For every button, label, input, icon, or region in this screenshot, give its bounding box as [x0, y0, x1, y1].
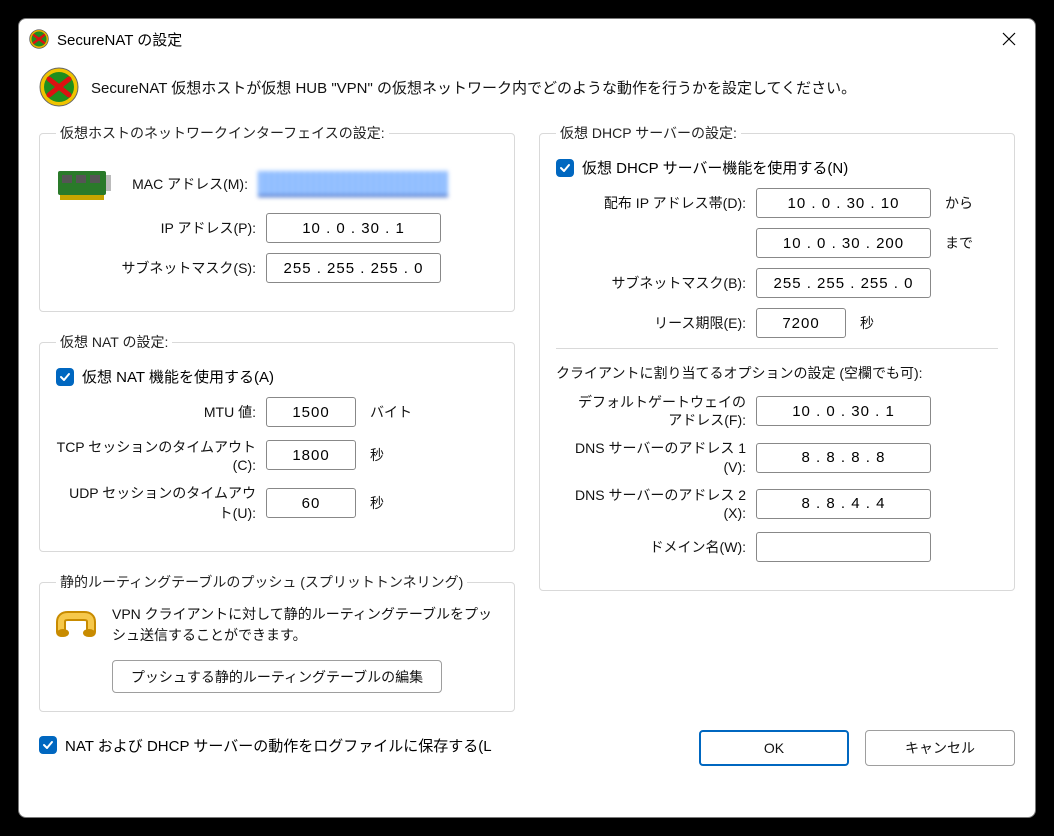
titlebar: SecureNAT の設定: [19, 19, 1035, 59]
nat-enable-label: 仮想 NAT 機能を使用する(A): [82, 366, 274, 387]
static-route-push-group: 静的ルーティングテーブルのプッシュ (スプリットトンネリング) VPN クライア…: [39, 572, 515, 712]
client-options-heading: クライアントに割り当てるオプションの設定 (空欄でも可):: [556, 363, 998, 383]
dhcp-range-from-suffix: から: [945, 193, 973, 213]
save-log-checkbox[interactable]: NAT および DHCP サーバーの動作をログファイルに保存する(L: [39, 735, 699, 756]
dhcp-enable-label: 仮想 DHCP サーバー機能を使用する(N): [582, 157, 848, 178]
dns2-label: DNS サーバーのアドレス 2 (X):: [556, 486, 746, 522]
gateway-input[interactable]: [756, 396, 931, 426]
ip-label: IP アドレス(P):: [56, 218, 256, 238]
dhcp-legend: 仮想 DHCP サーバーの設定:: [556, 123, 741, 143]
securenat-settings-window: SecureNAT の設定 SecureNAT 仮想ホストが仮想 HUB "VP…: [18, 18, 1036, 818]
lease-label: リース期限(E):: [556, 314, 746, 332]
nic-card-icon: [56, 165, 112, 203]
domain-label: ドメイン名(W):: [556, 538, 746, 556]
subnet-label: サブネットマスク(S):: [56, 258, 256, 278]
checkmark-icon: [56, 368, 74, 386]
dhcp-range-to-suffix: まで: [945, 233, 973, 253]
udp-timeout-input[interactable]: [266, 488, 356, 518]
tcp-timeout-input[interactable]: [266, 440, 356, 470]
mtu-unit: バイト: [370, 402, 412, 422]
dns2-input[interactable]: [756, 489, 931, 519]
gateway-label: デフォルトゲートウェイの アドレス(F):: [556, 393, 746, 429]
checkmark-icon: [39, 736, 57, 754]
window-title: SecureNAT の設定: [57, 29, 987, 50]
udp-timeout-label: UDP セッションのタイムアウト(U):: [56, 483, 256, 523]
push-legend: 静的ルーティングテーブルのプッシュ (スプリットトンネリング): [56, 572, 467, 592]
ok-button[interactable]: OK: [699, 730, 849, 766]
dns1-input[interactable]: [756, 443, 931, 473]
domain-input[interactable]: [756, 532, 931, 562]
intro-text: SecureNAT 仮想ホストが仮想 HUB "VPN" の仮想ネットワーク内で…: [91, 77, 856, 98]
checkmark-icon: [556, 159, 574, 177]
mac-address-field[interactable]: [258, 171, 448, 197]
save-log-label: NAT および DHCP サーバーの動作をログファイルに保存する(L: [65, 735, 492, 756]
app-icon: [29, 29, 49, 49]
dns1-label: DNS サーバーのアドレス 1 (V):: [556, 439, 746, 475]
dhcp-range-from-input[interactable]: [756, 188, 931, 218]
intro-row: SecureNAT 仮想ホストが仮想 HUB "VPN" の仮想ネットワーク内で…: [39, 67, 1015, 107]
subnet-mask-input[interactable]: [266, 253, 441, 283]
dhcp-range-label: 配布 IP アドレス帯(D):: [556, 194, 746, 212]
close-button[interactable]: [987, 19, 1031, 59]
tcp-timeout-label: TCP セッションのタイムアウト(C):: [56, 437, 256, 473]
push-desc: VPN クライアントに対して静的ルーティングテーブルをプッシュ送信することができ…: [112, 604, 498, 646]
dhcp-subnet-input[interactable]: [756, 268, 931, 298]
nic-settings-group: 仮想ホストのネットワークインターフェイスの設定:: [39, 123, 515, 312]
pipe-icon: [56, 604, 96, 644]
ip-address-input[interactable]: [266, 213, 441, 243]
nat-legend: 仮想 NAT の設定:: [56, 332, 172, 352]
lease-input[interactable]: [756, 308, 846, 338]
dhcp-subnet-label: サブネットマスク(B):: [556, 274, 746, 292]
nat-enable-checkbox[interactable]: 仮想 NAT 機能を使用する(A): [56, 366, 498, 387]
tcp-unit: 秒: [370, 445, 384, 465]
nat-settings-group: 仮想 NAT の設定: 仮想 NAT 機能を使用する(A) MTU 値: バイト…: [39, 332, 515, 552]
lease-unit: 秒: [860, 313, 874, 333]
dhcp-range-to-input[interactable]: [756, 228, 931, 258]
udp-unit: 秒: [370, 493, 384, 513]
mac-label: MAC アドレス(M):: [128, 174, 248, 194]
dhcp-settings-group: 仮想 DHCP サーバーの設定: 仮想 DHCP サーバー機能を使用する(N) …: [539, 123, 1015, 591]
nic-legend: 仮想ホストのネットワークインターフェイスの設定:: [56, 123, 389, 143]
mtu-label: MTU 値:: [56, 402, 256, 422]
mtu-input[interactable]: [266, 397, 356, 427]
edit-static-routes-button[interactable]: プッシュする静的ルーティングテーブルの編集: [112, 660, 442, 693]
dhcp-enable-checkbox[interactable]: 仮想 DHCP サーバー機能を使用する(N): [556, 157, 998, 178]
cancel-button[interactable]: キャンセル: [865, 730, 1015, 766]
securenat-icon: [39, 67, 79, 107]
separator: [556, 348, 998, 349]
